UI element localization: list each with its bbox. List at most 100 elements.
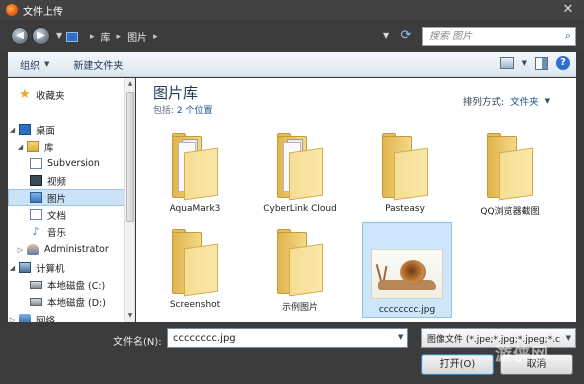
file-item-label: QQ浏览器截图 (480, 207, 540, 217)
folder-item-pasteasy[interactable]: Pasteasy (360, 122, 450, 218)
user-icon (27, 244, 39, 255)
preview-pane-icon[interactable] (535, 56, 548, 70)
nav-item-label: 视频 (47, 176, 67, 188)
file-item-label: Pasteasy (385, 204, 425, 214)
breadcrumb-library[interactable]: 库 (101, 29, 111, 44)
expand-icon[interactable]: ▷ (16, 246, 25, 254)
file-item-label: 示例图片 (281, 303, 318, 313)
folder-icon (382, 133, 430, 201)
breadcrumb-separator-icon[interactable]: ▸ (90, 32, 95, 42)
nav-item-label: 本地磁盘 (C:) (47, 280, 106, 292)
address-dropdown-icon[interactable]: ▼ (383, 31, 389, 40)
nav-item-videos[interactable]: 视频 (8, 172, 134, 189)
organize-button[interactable]: 组织 ▼ (8, 57, 61, 72)
back-button[interactable]: ◀ (11, 27, 29, 45)
nav-item-music[interactable]: ♪ 音乐 (8, 223, 134, 240)
folder-icon (277, 133, 325, 201)
folder-icon (172, 133, 220, 201)
nav-item-subversion[interactable]: Subversion (8, 155, 134, 172)
collapse-icon[interactable]: ◢ (8, 264, 17, 272)
nav-item-administrator[interactable]: ▷ Administrator (8, 241, 134, 258)
new-folder-button[interactable]: 新建文件夹 (61, 57, 135, 72)
desktop-icon (19, 124, 31, 135)
network-icon (19, 314, 31, 322)
nav-pane-scrollbar[interactable]: ▲ ▼ (124, 78, 134, 322)
folder-item-screenshot[interactable]: Screenshot (150, 218, 240, 314)
search-icon[interactable]: ⌕ (565, 29, 571, 43)
folder-item-aquamark3[interactable]: AquaMark3 (150, 122, 240, 218)
nav-item-favorites[interactable]: ★ 收藏夹 (8, 86, 134, 103)
chevron-down-icon: ▼ (565, 334, 571, 342)
image-item-cccccccc-jpg[interactable]: cccccccc.jpg (362, 222, 452, 318)
firefox-icon (6, 4, 18, 16)
includes-count-link[interactable]: 2 个位置 (177, 106, 213, 116)
file-item-label: AquaMark3 (169, 204, 221, 214)
file-list-pane: 图片库 包括: 2 个位置 排列方式: 文件夹 ▼ AquaMark3 Cybe… (136, 78, 576, 322)
nav-item-label: Subversion (47, 158, 100, 169)
scroll-up-icon[interactable]: ▲ (125, 78, 135, 90)
nav-item-label: 桌面 (36, 125, 56, 137)
filename-input[interactable] (167, 328, 408, 348)
nav-item-library[interactable]: ◢ 库 (8, 138, 134, 155)
nav-item-local-disk-c[interactable]: 本地磁盘 (C:) (8, 276, 134, 293)
snail-image-thumbnail (371, 249, 443, 299)
breadcrumb-separator-icon[interactable]: ▸ (153, 32, 158, 42)
scroll-down-icon[interactable]: ▼ (125, 310, 135, 322)
nav-item-documents[interactable]: 文档 (8, 206, 134, 223)
address-bar-row: ◀ ▶ ▼ ▸ 库 ▸ 图片 ▸ ▼ ⟳ ⌕ (0, 20, 584, 52)
navigation-pane: ★ 收藏夹 ◢ 桌面 ◢ 库 Subversion 视频 图片 文档 ♪ 音乐 … (8, 78, 135, 322)
folder-item-qq-browser-screenshots[interactable]: QQ浏览器截图 (465, 122, 555, 218)
breadcrumb-separator-icon[interactable]: ▸ (117, 32, 122, 42)
nav-item-label: 网络 (36, 315, 56, 323)
close-icon[interactable]: ✕ (560, 2, 576, 18)
disk-icon (30, 297, 42, 306)
folder-icon (277, 229, 325, 297)
window-title: 文件上传 (23, 6, 63, 18)
file-item-label: CyberLink Cloud (263, 204, 337, 214)
collapse-icon[interactable]: ◢ (16, 143, 25, 151)
nav-item-network[interactable]: ▷ 网络 (8, 311, 134, 323)
refresh-icon[interactable]: ⟳ (398, 28, 414, 44)
nav-item-label: 图片 (47, 193, 67, 205)
filename-dropdown-icon[interactable]: ▼ (398, 333, 403, 341)
folder-item-cyberlink-cloud[interactable]: CyberLink Cloud (255, 122, 345, 218)
nav-item-label: 计算机 (36, 263, 65, 275)
change-view-icon[interactable] (499, 57, 514, 69)
location-icon (66, 31, 78, 42)
recent-locations-dropdown-icon[interactable]: ▼ (56, 31, 62, 40)
arrange-by: 排列方式: 文件夹 ▼ (463, 94, 550, 108)
includes-label: 包括: (153, 106, 175, 116)
nav-item-local-disk-d[interactable]: 本地磁盘 (D:) (8, 293, 134, 310)
nav-item-computer[interactable]: ◢ 计算机 (8, 259, 134, 276)
scrollbar-thumb[interactable] (126, 92, 134, 222)
pictures-icon (30, 192, 42, 203)
collapse-icon[interactable]: ◢ (8, 126, 17, 134)
arrange-label: 排列方式: (462, 97, 505, 108)
chevron-down-icon[interactable]: ▼ (545, 97, 550, 105)
video-icon (30, 175, 42, 186)
nav-item-label: 音乐 (47, 227, 67, 239)
nav-item-desktop[interactable]: ◢ 桌面 (8, 121, 134, 138)
library-title: 图片库 (153, 84, 199, 102)
library-icon (27, 141, 39, 152)
breadcrumb[interactable]: ▸ 库 ▸ 图片 ▸ (66, 27, 411, 46)
filename-label: 文件名(N): (113, 337, 162, 348)
library-includes: 包括: 2 个位置 (153, 103, 213, 116)
document-icon (30, 158, 42, 169)
arrange-by-dropdown[interactable]: 文件夹 (510, 94, 539, 108)
document-icon (30, 209, 42, 220)
search-input[interactable] (429, 31, 549, 42)
open-button[interactable]: 打开(O) (421, 354, 494, 375)
breadcrumb-pictures[interactable]: 图片 (127, 29, 147, 44)
toolbar-right-group: ▼ ? (499, 56, 570, 70)
help-icon[interactable]: ? (556, 56, 570, 70)
nav-item-label: 库 (44, 142, 54, 154)
command-toolbar: 组织 ▼ 新建文件夹 ▼ ? (8, 52, 576, 77)
nav-item-label: 文档 (47, 210, 67, 222)
view-options-chevron-icon[interactable]: ▼ (522, 59, 527, 67)
forward-button[interactable]: ▶ (32, 27, 50, 45)
folder-item-sample-pictures[interactable]: 示例图片 (255, 218, 345, 314)
nav-item-pictures[interactable]: 图片 (8, 189, 134, 206)
search-box[interactable]: ⌕ (422, 27, 576, 46)
file-item-label: cccccccc.jpg (378, 305, 436, 315)
